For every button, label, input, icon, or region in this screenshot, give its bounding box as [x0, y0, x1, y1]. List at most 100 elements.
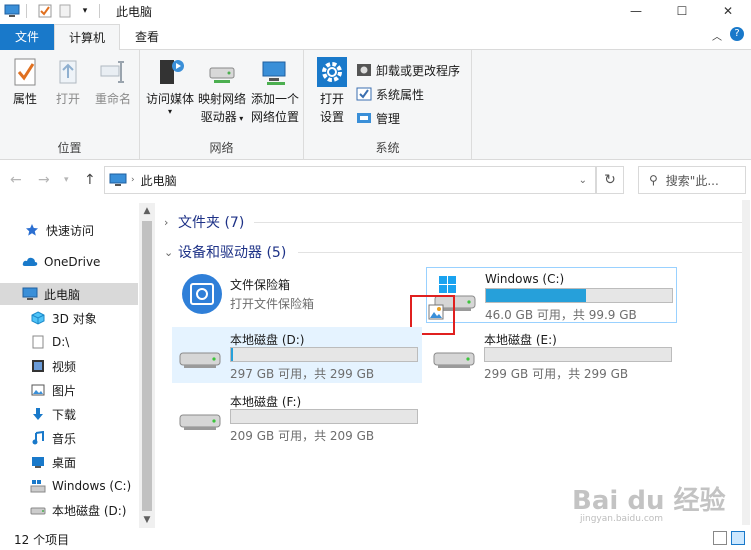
- nav-item-downloads[interactable]: 下载: [0, 403, 138, 425]
- computer-icon[interactable]: [4, 3, 20, 19]
- add-location-label-2: 网络位置: [250, 110, 299, 124]
- computer-icon: [22, 286, 38, 302]
- drive-tile-f[interactable]: 本地磁盘 (F:) 209 GB 可用，共 209 GB: [172, 389, 422, 445]
- tab-computer[interactable]: 计算机: [54, 24, 120, 51]
- ribbon-group-network: 访问媒体 ▾ 映射网络 驱动器 ▾ 添加一个 网络位置 网络: [140, 50, 304, 160]
- nav-item-this-pc[interactable]: 此电脑: [0, 283, 138, 305]
- nav-label: Windows (C:): [52, 479, 132, 493]
- refresh-button[interactable]: ↻: [596, 166, 624, 194]
- nav-item-onedrive[interactable]: OneDrive: [0, 251, 138, 273]
- access-media-button[interactable]: 访问媒体 ▾: [144, 56, 196, 116]
- drive-tile-c[interactable]: Windows (C:) 46.0 GB 可用，共 99.9 GB: [426, 267, 677, 323]
- drive-name: Windows (C:): [485, 272, 565, 286]
- nav-item-music[interactable]: 音乐: [0, 427, 138, 449]
- customize-dropdown-icon[interactable]: ▾: [77, 3, 93, 19]
- content-scrollbar[interactable]: [742, 200, 750, 525]
- rename-button[interactable]: 重命名: [90, 56, 136, 108]
- scroll-thumb[interactable]: [142, 221, 152, 511]
- drive-name: 本地磁盘 (F:): [230, 395, 302, 409]
- nav-label: 图片: [52, 383, 77, 398]
- open-settings-button[interactable]: 打开 设置: [312, 56, 352, 126]
- hard-drive-icon: [433, 352, 475, 368]
- nav-item-videos[interactable]: 视频: [0, 355, 138, 377]
- drive-usage-bar: [230, 409, 418, 424]
- nav-label: 此电脑: [44, 287, 81, 302]
- address-history-icon[interactable]: ⌄: [579, 175, 587, 186]
- drive-name: 本地磁盘 (E:): [484, 333, 557, 347]
- details-view-icon[interactable]: [713, 531, 727, 545]
- maximize-button[interactable]: ☐: [659, 0, 705, 22]
- ribbon-group-system: 打开 设置 卸载或更改程序 系统属性 管理 系统: [304, 50, 472, 160]
- manage-icon: [357, 113, 371, 123]
- windows-drive-icon: [30, 478, 46, 494]
- devices-group-label: 设备和驱动器 (5): [178, 245, 287, 261]
- breadcrumb-arrow-icon[interactable]: ›: [131, 175, 135, 185]
- search-icon: ⚲: [649, 173, 658, 187]
- nav-item-3d-objects[interactable]: 3D 对象: [0, 307, 138, 329]
- help-icon[interactable]: ?: [730, 27, 744, 41]
- map-network-drive-button[interactable]: 映射网络 驱动器 ▾: [196, 56, 248, 128]
- nav-item-pictures[interactable]: 图片: [0, 379, 138, 401]
- scroll-up-icon[interactable]: ▲: [139, 203, 155, 219]
- uninstall-label: 卸载或更改程序: [376, 63, 461, 78]
- system-properties-icon: [356, 87, 372, 101]
- vault-desc: 打开文件保险箱: [230, 297, 315, 311]
- drive-tile-d[interactable]: 本地磁盘 (D:) 297 GB 可用，共 299 GB: [172, 327, 422, 383]
- refresh-icon: ↻: [604, 172, 616, 188]
- tab-file[interactable]: 文件: [0, 24, 54, 50]
- drive-usage-bar: [484, 347, 672, 362]
- folders-group-label: 文件夹 (7): [178, 215, 245, 231]
- folders-group-header[interactable]: › 文件夹 (7): [164, 212, 244, 232]
- minimize-button[interactable]: —: [613, 0, 659, 22]
- group-divider: [298, 252, 744, 253]
- recent-locations-icon[interactable]: ▾: [64, 175, 69, 185]
- back-icon[interactable]: ←: [10, 172, 22, 188]
- group-label-system: 系统: [375, 141, 400, 155]
- video-icon: [30, 358, 46, 374]
- nav-scrollbar[interactable]: ▲ ▼: [139, 203, 155, 528]
- hard-drive-icon: [179, 414, 221, 430]
- tiles-view-icon[interactable]: [731, 531, 745, 545]
- ribbon: 属性 打开 重命名 位置 访问媒体 ▾ 映射网络 驱动器 ▾ 添加一个 网络位置…: [0, 50, 751, 160]
- manage-button[interactable]: 管理: [356, 108, 400, 128]
- drive-name: 本地磁盘 (D:): [230, 333, 305, 347]
- properties-check-icon[interactable]: [37, 3, 53, 19]
- nav-label: D:\: [52, 335, 70, 349]
- close-button[interactable]: ✕: [705, 0, 751, 22]
- network-drive-icon: [209, 67, 235, 83]
- separator: [99, 4, 100, 18]
- item-count: 12 个项目: [14, 532, 70, 547]
- expand-chevron-icon: ›: [164, 215, 169, 229]
- uninstall-program-button[interactable]: 卸载或更改程序: [356, 60, 460, 80]
- breadcrumb-path[interactable]: 此电脑: [141, 172, 177, 189]
- drive-size: 46.0 GB 可用，共 99.9 GB: [485, 308, 637, 322]
- nav-item-d-drive[interactable]: D:\: [0, 331, 138, 353]
- properties-button[interactable]: 属性: [6, 56, 44, 108]
- search-box[interactable]: ⚲ 搜索"此...: [638, 166, 746, 194]
- forward-icon[interactable]: →: [38, 172, 50, 188]
- open-button[interactable]: 打开: [50, 56, 86, 108]
- address-row: ← → ▾ ↑ › 此电脑 ⌄ ↻ ⚲ 搜索"此...: [0, 165, 751, 195]
- new-folder-icon[interactable]: [57, 3, 73, 19]
- collapse-ribbon-icon[interactable]: ︿: [712, 28, 722, 43]
- devices-group-header[interactable]: ⌄ 设备和驱动器 (5): [164, 242, 286, 262]
- nav-item-desktop[interactable]: 桌面: [0, 451, 138, 473]
- collapse-chevron-icon: ⌄: [164, 245, 174, 259]
- add-network-location-button[interactable]: 添加一个 网络位置: [248, 56, 302, 126]
- settings-gear-icon: [317, 57, 347, 87]
- vault-tile[interactable]: 文件保险箱 打开文件保险箱: [172, 266, 422, 322]
- open-settings-label-2: 设置: [319, 110, 344, 124]
- tab-view[interactable]: 查看: [120, 24, 174, 50]
- nav-item-local-disk-d[interactable]: 本地磁盘 (D:): [0, 499, 138, 521]
- vault-name: 文件保险箱: [230, 278, 291, 292]
- address-bar[interactable]: › 此电脑 ⌄: [104, 166, 596, 194]
- nav-item-quick-access[interactable]: 快速访问: [0, 219, 138, 241]
- system-properties-button[interactable]: 系统属性: [356, 84, 424, 104]
- nav-item-windows-c[interactable]: Windows (C:): [0, 475, 138, 497]
- scroll-down-icon[interactable]: ▼: [139, 512, 155, 528]
- status-bar: 12 个项目: [0, 528, 751, 550]
- drive-tile-e[interactable]: 本地磁盘 (E:) 299 GB 可用，共 299 GB: [426, 327, 676, 383]
- picture-icon: [30, 382, 46, 398]
- group-divider: [254, 222, 744, 223]
- up-icon[interactable]: ↑: [84, 172, 96, 188]
